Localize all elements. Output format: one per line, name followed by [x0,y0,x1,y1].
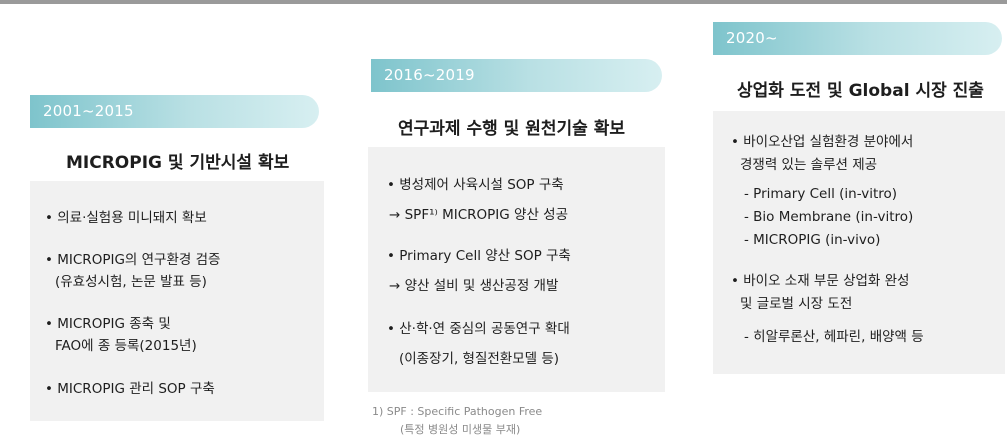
bullet-item: • MICROPIG 관리 SOP 구축 [45,381,215,397]
bullet-item: • 의료·실험용 미니돼지 확보 [45,210,207,226]
bullet-subline: (유효성시험, 논문 발표 등) [55,274,207,290]
bullet-item: • MICROPIG의 연구환경 검증 [45,252,221,268]
bullet-item: • 바이오 소재 부문 상업화 완성 [731,273,910,289]
sub-item: - Bio Membrane (in-vitro) [744,209,914,225]
footnote-spf-detail: (특정 병원성 미생물 부재) [400,423,521,436]
bullet-subline: (이종장기, 형질전환모델 등) [399,351,560,367]
bullet-item: • Primary Cell 양산 SOP 구축 [387,248,571,264]
bullet-item: • 산·학·연 중심의 공동연구 확대 [387,321,570,337]
column-title-2: 연구과제 수행 및 원천기술 확보 [398,119,625,139]
sub-item: - MICROPIG (in-vivo) [744,232,881,248]
sub-item: - 히알루론산, 헤파린, 배양액 등 [744,329,924,345]
bullet-subline: FAO에 종 등록(2015년) [55,338,197,354]
bullet-item: • 바이오산업 실험환경 분야에서 [731,134,914,150]
bullet-subline: 경쟁력 있는 솔루션 제공 [740,157,878,173]
bullet-item: • 병성제어 사육시설 SOP 구축 [387,177,564,193]
period-badge-2020: 2020~ [713,22,1002,55]
top-divider [0,0,1007,4]
footnote-spf: 1) SPF : Specific Pathogen Free [372,405,543,418]
bullet-subline: → 양산 설비 및 생산공정 개발 [389,278,559,294]
period-badge-2001-2015: 2001~2015 [30,95,319,128]
bullet-subline: → SPF¹⁾ MICROPIG 양산 성공 [389,207,569,223]
column-title-3: 상업화 도전 및 Global 시장 진출 [737,81,984,101]
column-title-1: MICROPIG 및 기반시설 확보 [66,153,290,173]
bullet-subline: 및 글로벌 시장 도전 [740,296,853,312]
bullet-item: • MICROPIG 종축 및 [45,316,171,332]
period-badge-2016-2019: 2016~2019 [371,59,662,92]
sub-item: - Primary Cell (in-vitro) [744,186,898,202]
